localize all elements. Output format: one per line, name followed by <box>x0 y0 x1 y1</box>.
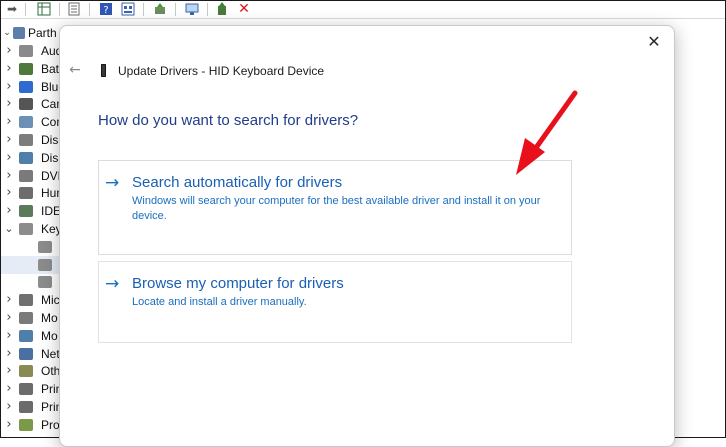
computer-icon <box>19 116 33 129</box>
tree-item-label: Mic <box>41 293 60 308</box>
camera-icon <box>19 98 33 111</box>
chevron-right-icon[interactable]: › <box>4 184 14 202</box>
chevron-right-icon[interactable]: › <box>4 149 14 167</box>
arrow-right-icon: → <box>105 274 120 294</box>
battery-icon <box>19 62 33 75</box>
uninstall-device-icon[interactable]: ✕ <box>237 2 251 16</box>
show-hidden-icon[interactable] <box>121 2 135 16</box>
chevron-right-icon[interactable]: › <box>4 362 14 380</box>
processor-icon <box>19 418 33 431</box>
chevron-right-icon[interactable]: › <box>4 113 14 131</box>
keyboard-device-icon <box>38 258 52 271</box>
network-adapter-icon <box>19 347 33 360</box>
dialog-title: Update Drivers - HID Keyboard Device <box>118 64 325 78</box>
toolbar-separator <box>59 3 60 16</box>
mouse-icon <box>19 312 33 324</box>
print-queue-icon <box>19 383 33 396</box>
option-description: Windows will search your computer for th… <box>132 195 541 222</box>
update-driver-icon[interactable] <box>153 2 167 16</box>
disable-device-icon[interactable] <box>215 2 229 16</box>
option-title: Search automatically for drivers <box>132 174 343 191</box>
microphone-icon <box>19 294 33 307</box>
toolbar-separator <box>207 3 208 16</box>
chevron-down-icon[interactable]: ⌄ <box>4 220 14 238</box>
printer-icon <box>19 401 33 413</box>
chevron-down-icon[interactable]: ⌄ <box>2 24 12 42</box>
tree-item-label: IDE <box>41 204 62 219</box>
chevron-right-icon[interactable]: › <box>4 327 14 345</box>
tree-root-label: Parth <box>28 26 57 40</box>
tree-item-label: Mo <box>41 311 58 325</box>
ide-controller-icon <box>19 205 33 218</box>
back-arrow-icon: ← <box>69 62 81 78</box>
chevron-right-icon[interactable]: › <box>4 291 14 309</box>
dialog-question: How do you want to search for drivers? <box>98 112 359 129</box>
computer-icon <box>13 27 25 39</box>
tree-item-label: Pro <box>41 417 60 432</box>
dvd-drive-icon <box>19 169 33 182</box>
hid-icon <box>19 187 33 200</box>
scan-hardware-icon[interactable] <box>185 2 199 16</box>
chevron-right-icon[interactable]: › <box>4 345 14 363</box>
toolbar-separator <box>89 3 90 16</box>
arrow-right-icon: → <box>105 173 120 193</box>
close-button[interactable]: ✕ <box>642 31 666 53</box>
toolbar-separator <box>175 3 176 16</box>
browse-computer-option[interactable]: → Browse my computer for drivers Locate … <box>98 261 572 343</box>
chevron-right-icon[interactable]: › <box>4 167 14 185</box>
chevron-right-icon[interactable]: › <box>4 95 14 113</box>
update-drivers-dialog: ✕ ← Update Drivers - HID Keyboard Device… <box>59 25 675 447</box>
properties-icon[interactable] <box>67 2 81 16</box>
help-icon[interactable]: ? <box>99 2 113 16</box>
forward-icon[interactable]: ➡ <box>5 2 19 16</box>
chevron-right-icon[interactable]: › <box>4 131 14 149</box>
option-title: Browse my computer for drivers <box>132 275 344 292</box>
svg-text:?: ? <box>103 5 108 16</box>
properties-grid-icon[interactable] <box>37 2 51 16</box>
keyboard-icon <box>19 223 33 235</box>
search-automatically-option[interactable]: → Search automatically for drivers Windo… <box>98 160 572 255</box>
keyboard-device-icon <box>101 64 106 77</box>
device-manager-toolbar: ➡ ? ✕ <box>1 1 725 19</box>
speaker-icon <box>19 45 33 57</box>
chevron-right-icon[interactable]: › <box>4 380 14 398</box>
bluetooth-icon <box>19 80 33 93</box>
back-button[interactable]: ← <box>66 61 84 79</box>
tree-item-label: Oth <box>41 364 61 379</box>
disk-drive-icon <box>19 134 33 146</box>
option-description: Locate and install a driver manually. <box>132 296 307 308</box>
chevron-right-icon[interactable]: › <box>4 416 14 434</box>
keyboard-device-icon <box>38 276 52 289</box>
chevron-right-icon[interactable]: › <box>4 42 14 60</box>
chevron-right-icon[interactable]: › <box>4 202 14 220</box>
chevron-right-icon[interactable]: › <box>4 78 14 96</box>
keyboard-device-icon <box>38 240 52 253</box>
tree-item-label: Mo <box>41 328 58 343</box>
close-icon: ✕ <box>647 32 661 51</box>
display-adapter-icon <box>19 151 33 164</box>
toolbar-separator <box>143 3 144 16</box>
monitor-icon <box>19 329 33 342</box>
chevron-right-icon[interactable]: › <box>4 309 14 327</box>
chevron-right-icon[interactable]: › <box>4 60 14 78</box>
tree-item-label: Net <box>41 346 60 361</box>
other-devices-icon <box>19 365 33 378</box>
toolbar-separator <box>25 3 26 16</box>
chevron-right-icon[interactable]: › <box>4 398 14 416</box>
